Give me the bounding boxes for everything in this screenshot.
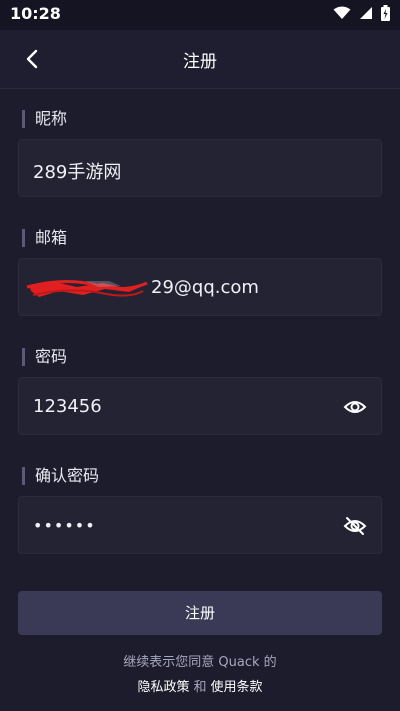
battery-icon bbox=[381, 5, 390, 21]
header-bar: 注册 bbox=[0, 30, 400, 89]
status-bar: 10:28 bbox=[0, 0, 400, 30]
wifi-icon bbox=[333, 6, 351, 19]
eye-icon[interactable] bbox=[343, 395, 367, 419]
nickname-field[interactable]: 289手游网 bbox=[18, 139, 382, 197]
register-button[interactable]: 注册 bbox=[18, 591, 382, 635]
nickname-value: 289手游网 bbox=[33, 162, 122, 183]
privacy-policy-link[interactable]: 隐私政策 bbox=[137, 680, 189, 695]
confirm-password-field[interactable]: •••••• bbox=[18, 496, 382, 554]
eye-off-icon[interactable] bbox=[343, 514, 367, 538]
status-icons bbox=[333, 5, 390, 21]
password-field[interactable]: 123456 bbox=[18, 377, 382, 435]
terms-links: 隐私政策和使用条款 bbox=[0, 676, 400, 695]
email-value: 29@qq.com bbox=[151, 277, 259, 298]
email-field[interactable]: 29@qq.com bbox=[18, 258, 382, 316]
password-label: 密码 bbox=[22, 348, 67, 366]
confirm-password-label: 确认密码 bbox=[22, 467, 99, 485]
terms-of-use-link[interactable]: 使用条款 bbox=[211, 680, 263, 695]
terms-text: 继续表示您同意 Quack 的 bbox=[123, 655, 277, 670]
redaction-scribble bbox=[26, 279, 148, 297]
page-title: 注册 bbox=[183, 52, 217, 72]
terms-and-text: 和 bbox=[193, 680, 207, 695]
status-time: 10:28 bbox=[10, 4, 61, 23]
password-value: 123456 bbox=[33, 396, 102, 417]
confirm-password-value: •••••• bbox=[33, 516, 96, 535]
email-label: 邮箱 bbox=[22, 229, 67, 247]
nickname-label: 昵称 bbox=[22, 110, 67, 128]
signal-icon bbox=[360, 7, 372, 19]
